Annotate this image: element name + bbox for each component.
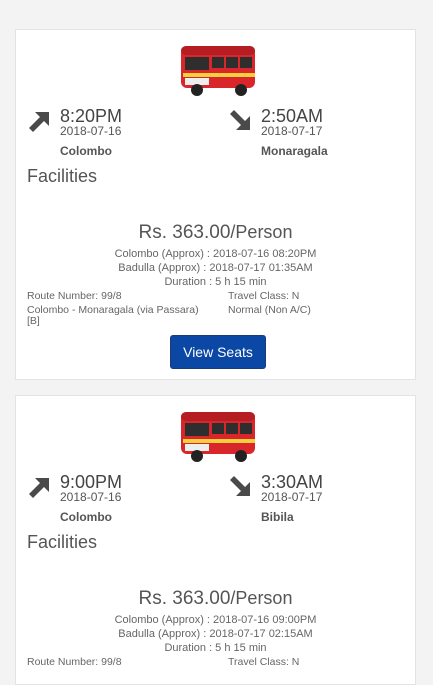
- departure-city: Colombo: [60, 144, 112, 158]
- arrow-down-right-icon: [230, 476, 250, 496]
- arrow-up-right-icon: [29, 478, 49, 498]
- departure-info: 8:20PM 2018-07-16 Colombo: [28, 104, 208, 164]
- arrival-date: 2018-07-17: [261, 490, 323, 504]
- bus-icon: [181, 412, 255, 462]
- facilities-heading: Facilities: [27, 532, 98, 552]
- price-amount: Rs. 363.00: [138, 222, 231, 243]
- arrival-date: 2018-07-17: [261, 124, 323, 138]
- route-name: Colombo - Monaragala (via Passara) [B]: [27, 304, 199, 327]
- arrow-down-right-icon: [230, 110, 250, 130]
- arrow-up-right-icon: [29, 112, 49, 132]
- price-unit: /Person: [230, 222, 293, 242]
- departure-info: 9:00PM 2018-07-16 Colombo: [28, 470, 208, 530]
- price: Rs. 363.00/Person: [16, 588, 415, 610]
- arrival-info: 3:30AM 2018-07-17 Bibila: [229, 470, 409, 530]
- price-amount: Rs. 363.00: [138, 588, 231, 609]
- departure-date: 2018-07-16: [60, 124, 122, 138]
- facilities-heading: Facilities: [27, 166, 98, 186]
- travel-class-value: Normal (Non A/C): [228, 304, 311, 316]
- route-number: Route Number: 99/8: [27, 290, 122, 302]
- view-seats-button[interactable]: View Seats: [170, 335, 266, 369]
- arrival-info: 2:50AM 2018-07-17 Monaragala: [229, 104, 409, 164]
- arrival-city: Monaragala: [261, 144, 328, 158]
- arrival-city: Bibila: [261, 510, 294, 524]
- bus-icon: [181, 46, 255, 96]
- trip-card: 8:20PM 2018-07-16 Colombo 2:50AM 2018-07…: [15, 29, 416, 380]
- travel-class: Travel Class: N: [228, 290, 300, 302]
- schedule-duration: Duration : 5 h 15 min: [164, 276, 267, 288]
- departure-date: 2018-07-16: [60, 490, 122, 504]
- schedule-duration: Duration : 5 h 15 min: [164, 642, 267, 654]
- departure-city: Colombo: [60, 510, 112, 524]
- schedule-departure: Colombo (Approx) : 2018-07-16 08:20PM: [114, 248, 317, 260]
- schedule-arrival: Badulla (Approx) : 2018-07-17 02:15AM: [118, 628, 313, 640]
- price-unit: /Person: [230, 588, 293, 608]
- schedule-departure: Colombo (Approx) : 2018-07-16 09:00PM: [114, 614, 317, 626]
- trip-card: 9:00PM 2018-07-16 Colombo 3:30AM 2018-07…: [15, 395, 416, 685]
- schedule-arrival: Badulla (Approx) : 2018-07-17 01:35AM: [118, 262, 313, 274]
- price: Rs. 363.00/Person: [16, 222, 415, 244]
